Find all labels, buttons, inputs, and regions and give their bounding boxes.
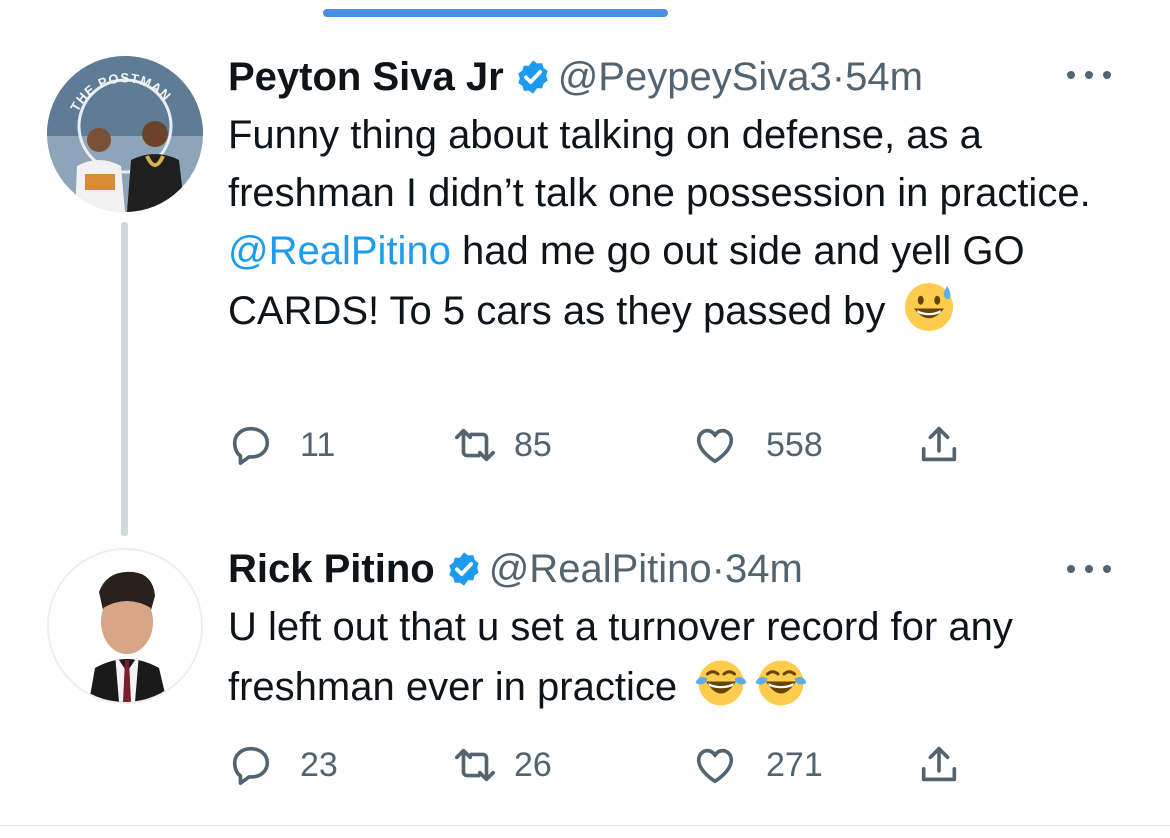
heart-icon [696,428,734,464]
share-icon [921,746,957,782]
like-button[interactable]: 271 [692,740,823,790]
tweet-actions: 11 85 558 [228,420,988,470]
grinning-face-with-sweat-emoji-icon [905,283,954,331]
retweet-icon [454,748,496,782]
tweet-text-part: Funny thing about talking on defense, as… [228,113,1091,215]
avatar-photo: THE POSTMAN [47,56,203,212]
face-with-tears-of-joy-emoji-icon [695,660,747,706]
verified-badge-icon [517,60,548,94]
face-with-tears-of-joy-emoji-icon [755,660,807,706]
tweet-text: Funny thing about talking on defense, as… [228,106,1128,340]
retweet-count: 85 [514,425,552,464]
retweet-button[interactable]: 26 [452,740,552,790]
divider [0,825,1170,826]
user-handle[interactable]: @RealPitino [489,547,712,591]
reply-count: 23 [300,745,338,784]
tweet-header: Peyton Siva Jr @PeypeySiva3·54m [228,55,923,99]
share-button[interactable] [916,740,962,790]
tweet-text: U left out that u set a turnover record … [228,598,1128,716]
like-button[interactable]: 558 [692,420,823,470]
tweet[interactable]: THE POSTMAN Peyton Siva Jr @PeypeySiva3·5… [0,0,1170,536]
retweet-icon [454,428,496,462]
more-options-icon[interactable] [1067,558,1115,578]
reply-icon [232,746,270,786]
heart-icon [696,748,734,784]
timestamp[interactable]: 34m [725,547,803,591]
reply-icon [232,426,270,466]
like-count: 271 [766,745,823,784]
share-icon [921,426,957,462]
reply-count: 11 [300,425,336,464]
avatar[interactable] [47,548,203,704]
like-count: 558 [766,425,823,464]
tweet-header: Rick Pitino @RealPitino·34m [228,547,803,591]
verified-badge-icon [448,552,479,586]
tweet-actions: 23 26 271 [228,740,988,790]
timestamp[interactable]: 54m [845,55,923,99]
retweet-count: 26 [514,745,552,784]
reply-button[interactable]: 23 [228,740,338,790]
separator: · [711,547,725,591]
more-options-icon[interactable] [1067,64,1115,84]
thread-line [121,222,128,536]
user-handle[interactable]: @PeypeySiva3 [558,55,832,99]
reply-button[interactable]: 11 [228,420,335,470]
share-button[interactable] [916,420,962,470]
display-name[interactable]: Rick Pitino [228,547,435,591]
retweet-button[interactable]: 85 [452,420,552,470]
mention-link[interactable]: @RealPitino [228,229,451,273]
separator: · [831,55,846,99]
avatar[interactable]: THE POSTMAN [47,56,203,212]
avatar-photo [49,550,201,702]
display-name[interactable]: Peyton Siva Jr [228,55,504,99]
tweet-text-part: U left out that u set a turnover record … [228,605,1013,709]
tweet[interactable]: Rick Pitino @RealPitino·34m U left out th… [0,530,1170,825]
